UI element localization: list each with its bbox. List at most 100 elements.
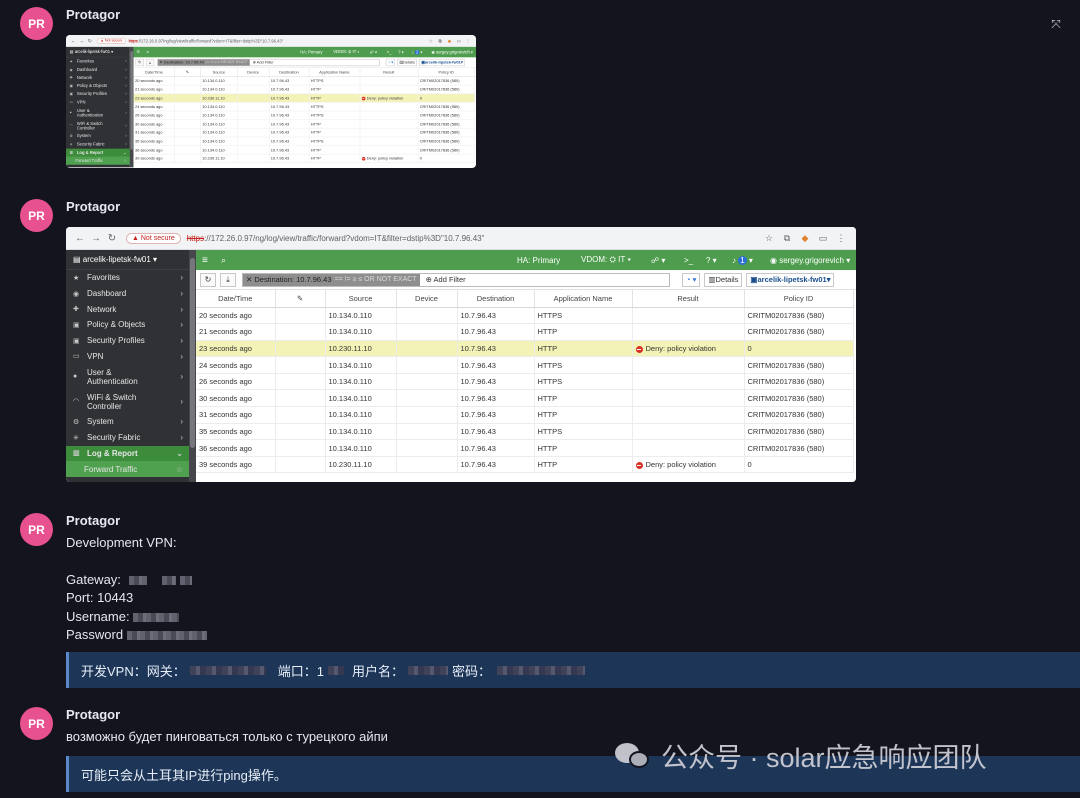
sidebar-item[interactable]: ★ Favorites › xyxy=(66,57,130,65)
sidebar-item[interactable]: ✚ Network › xyxy=(66,301,189,317)
fox-extension-icon[interactable]: ◆ xyxy=(445,38,454,44)
sidebar-item[interactable]: ▥ Log & Report ⌄ xyxy=(66,445,189,462)
table-row[interactable]: 21 seconds ago 10.134.0.110 10.7.96.43 HTTP… xyxy=(196,323,854,341)
sidebar-item[interactable]: ✳ Security Fabric › xyxy=(66,140,130,148)
hamburger-menu-icon[interactable]: ≡ xyxy=(137,49,140,55)
table-row[interactable]: 31 seconds ago 10.134.0.110 10.7.96.43 HTTP… xyxy=(133,128,475,138)
table-row[interactable]: 26 seconds ago 10.134.0.110 10.7.96.43 HTTP… xyxy=(133,110,475,120)
search-icon[interactable]: ⌕ xyxy=(221,255,226,266)
screenshot-image[interactable]: ← → ↻ ▲ Not secure https://172.26.0.97/n… xyxy=(66,227,856,482)
column-header[interactable]: Date/Time xyxy=(196,290,276,308)
device-select[interactable]: ▣ arcelik-lipetsk-fw01 ▾ xyxy=(746,272,835,287)
table-row[interactable]: 39 seconds ago 10.230.11.10 10.7.96.43 HTTP… xyxy=(196,456,854,474)
table-row[interactable]: 23 seconds ago 10.230.11.10 10.7.96.43 HTTP… xyxy=(133,93,475,103)
sidepanel-icon[interactable]: ▭ xyxy=(454,38,463,44)
table-row[interactable]: 39 seconds ago 10.230.11.10 10.7.96.43 HTTP… xyxy=(133,154,475,163)
table-row[interactable]: 36 seconds ago 10.134.0.110 10.7.96.43 HTTP… xyxy=(196,439,854,457)
column-header[interactable]: Policy ID xyxy=(417,67,475,77)
sidebar-item[interactable]: ▣ Policy & Objects › xyxy=(66,317,189,333)
notification-icon[interactable]: ♪ 1 ▾ xyxy=(732,255,753,265)
download-icon[interactable]: ⤓ xyxy=(220,272,236,287)
column-header[interactable]: Date/Time xyxy=(133,67,175,77)
collapse-icon[interactable]: ⤧ xyxy=(1047,15,1065,33)
cli-icon[interactable]: >_ xyxy=(684,256,693,265)
refresh-icon[interactable]: ↻ xyxy=(200,272,216,287)
column-header[interactable]: Device xyxy=(237,67,270,77)
vdom-selector[interactable]: VDOM: ⛭ IT ▾ xyxy=(581,255,631,265)
sidebar-item[interactable]: ▣ Security Profiles › xyxy=(66,333,189,349)
column-header[interactable]: Application Name xyxy=(308,67,361,77)
sidebar-item[interactable]: ▭ VPN › xyxy=(66,348,189,364)
column-header[interactable]: Destination xyxy=(457,290,535,308)
device-name[interactable]: ▤ arcelik-lipetsk-fw01 ▾ xyxy=(66,47,130,58)
table-row[interactable]: 23 seconds ago 10.230.11.10 10.7.96.43 HTTP… xyxy=(196,340,854,358)
sidebar-item[interactable]: ✳ Security Fabric › xyxy=(66,430,189,446)
sidebar-item[interactable]: ▭ VPN › xyxy=(66,98,130,106)
sidebar-scrollbar[interactable] xyxy=(189,250,196,482)
sidebar-item[interactable]: ▣ Policy & Objects › xyxy=(66,82,130,90)
bookmark-star-icon[interactable]: ☆ xyxy=(426,38,435,44)
forward-icon[interactable]: → xyxy=(88,233,104,244)
table-row[interactable]: 35 seconds ago 10.134.0.110 10.7.96.43 HTTP… xyxy=(196,423,854,441)
help-icon[interactable]: ? ▾ xyxy=(706,256,717,265)
sidepanel-icon[interactable]: ▭ xyxy=(814,233,832,244)
sidebar-item[interactable]: ● User & Authentication › xyxy=(66,106,130,119)
cli-icon[interactable]: >_ xyxy=(387,50,392,55)
sidebar-item[interactable]: ▣ Security Profiles › xyxy=(66,90,130,98)
hamburger-menu-icon[interactable]: ≡ xyxy=(202,255,208,266)
details-button[interactable]: ▥ Details xyxy=(397,58,418,66)
bookmark-star-icon[interactable]: ☆ xyxy=(760,233,778,244)
time-range-icon[interactable]: ◔ ▾ xyxy=(682,272,701,287)
table-row[interactable]: 31 seconds ago 10.134.0.110 10.7.96.43 HTTP… xyxy=(196,406,854,424)
table-row[interactable]: 20 seconds ago 10.134.0.110 10.7.96.43 HTTP… xyxy=(196,307,854,325)
url-text[interactable]: https://172.26.0.97/ng/log/view/traffic/… xyxy=(187,234,485,243)
table-row[interactable]: 35 seconds ago 10.134.0.110 10.7.96.43 HTTP… xyxy=(133,136,475,146)
fox-extension-icon[interactable]: ◆ xyxy=(796,233,814,244)
sidebar-item[interactable]: ★ Favorites › xyxy=(66,270,189,286)
sidebar-item[interactable]: ⚙ System › xyxy=(66,132,130,140)
table-row[interactable]: 21 seconds ago 10.134.0.110 10.7.96.43 HTTP… xyxy=(133,85,475,94)
browser-menu-icon[interactable]: ⋮ xyxy=(464,38,473,44)
table-row[interactable]: 26 seconds ago 10.134.0.110 10.7.96.43 HTTP… xyxy=(196,373,854,391)
column-header[interactable]: Policy ID xyxy=(744,290,854,308)
back-icon[interactable]: ← xyxy=(72,233,88,244)
time-range-icon[interactable]: ◔ ▾ xyxy=(385,58,396,66)
sidebar-item[interactable]: ✚ Network › xyxy=(66,74,130,82)
attachment-column-icon[interactable]: ✎ xyxy=(174,67,201,77)
device-name[interactable]: ▤ arcelik-lipetsk-fw01 ▾ xyxy=(66,250,189,270)
forward-icon[interactable]: → xyxy=(77,38,85,44)
refresh-icon[interactable]: ↻ xyxy=(135,58,144,66)
sidebar-item[interactable]: ▥ Log & Report ⌄ xyxy=(66,148,130,157)
table-row[interactable]: 30 seconds ago 10.134.0.110 10.7.96.43 HTTP… xyxy=(196,389,854,408)
table-row[interactable]: 30 seconds ago 10.134.0.110 10.7.96.43 HTTP… xyxy=(133,119,475,129)
url-text[interactable]: https://172.26.0.97/ng/log/view/traffic/… xyxy=(129,38,284,43)
sidebar-item[interactable]: Forward Traffic ☆ xyxy=(66,461,189,477)
table-row[interactable]: 20 seconds ago 10.134.0.110 10.7.96.43 HTTP… xyxy=(133,76,475,86)
table-row[interactable]: 24 seconds ago 10.134.0.110 10.7.96.43 HTTP… xyxy=(196,356,854,374)
column-header[interactable]: Result xyxy=(359,67,419,77)
sidebar-item[interactable]: ⚙ System › xyxy=(66,414,189,430)
column-header[interactable]: Device xyxy=(396,290,458,308)
notification-icon[interactable]: ♪ 1 ▾ xyxy=(412,49,423,55)
extensions-icon[interactable]: ⧉ xyxy=(436,38,445,44)
details-button[interactable]: ▥ Details xyxy=(704,272,743,287)
column-header[interactable]: Destination xyxy=(268,67,310,77)
column-header[interactable]: Result xyxy=(632,290,745,308)
extensions-icon[interactable]: ⧉ xyxy=(778,233,796,244)
not-secure-badge[interactable]: ▲ Not secure xyxy=(126,232,181,244)
sidebar-item[interactable]: Forward Traffic ☆ xyxy=(66,156,130,165)
add-filter-button[interactable]: ⊕ Add Filter xyxy=(253,60,274,65)
network-icon[interactable]: ☍ ▾ xyxy=(370,50,377,55)
vdom-selector[interactable]: VDOM: ⛭ IT ▾ xyxy=(333,50,359,55)
back-icon[interactable]: ← xyxy=(69,38,77,44)
sidebar-item[interactable]: ◠ WiFi & Switch Controller › xyxy=(66,389,189,414)
reload-icon[interactable]: ↻ xyxy=(86,38,94,44)
not-secure-badge[interactable]: ▲ Not secure xyxy=(97,37,126,44)
sidebar-item[interactable]: ◠ WiFi & Switch Controller › xyxy=(66,119,130,132)
column-header[interactable]: Source xyxy=(200,67,238,77)
sidebar-item[interactable]: ◉ Dashboard › xyxy=(66,65,130,73)
sidebar-item[interactable]: ● User & Authentication › xyxy=(66,364,189,389)
add-filter-button[interactable]: ⊕ Add Filter xyxy=(426,275,466,284)
attachment-column-icon[interactable]: ✎ xyxy=(275,290,326,308)
search-icon[interactable]: ⌕ xyxy=(146,49,149,55)
